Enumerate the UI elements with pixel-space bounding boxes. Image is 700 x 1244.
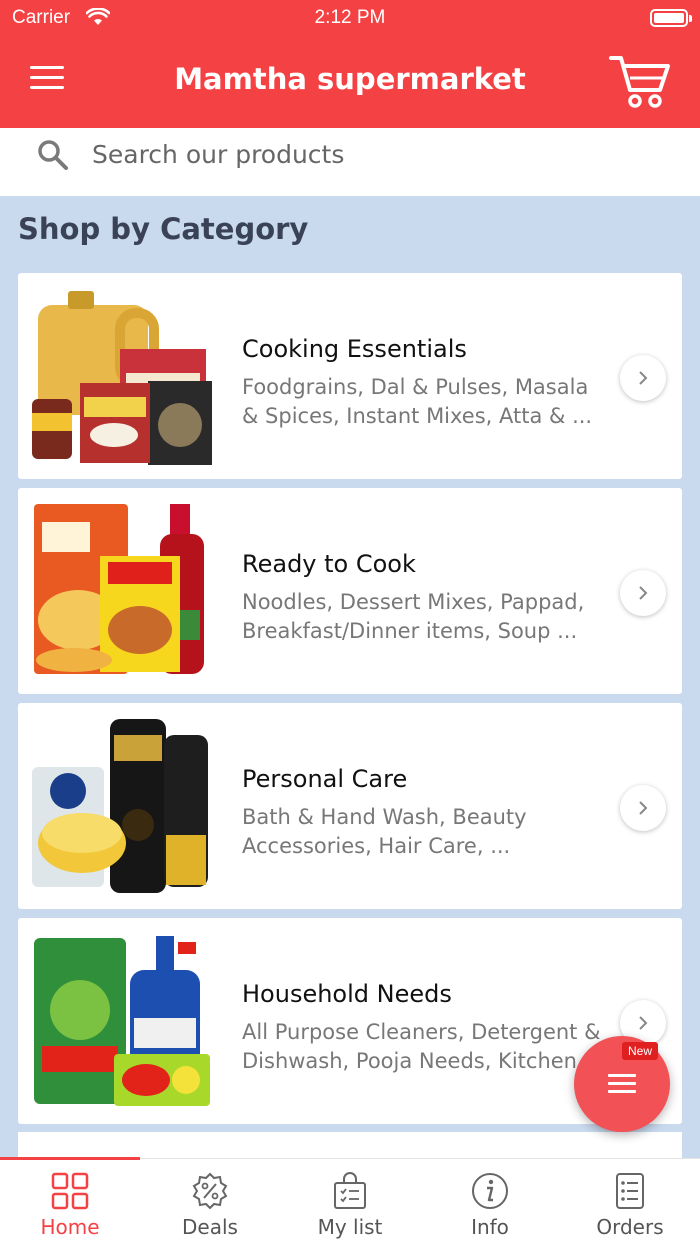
tab-label: Deals — [182, 1215, 238, 1239]
tab-label: Home — [40, 1215, 100, 1239]
tab-label: Orders — [596, 1215, 664, 1239]
status-time: 2:12 PM — [314, 7, 386, 28]
app-header: Carrier 2:12 PM Mamtha supermarket — [0, 0, 700, 128]
search-bar — [0, 128, 700, 196]
tab-home[interactable]: Home — [0, 1157, 140, 1244]
chevron-right-icon[interactable] — [620, 785, 666, 831]
tab-label: Info — [471, 1215, 509, 1239]
household-needs-image — [30, 930, 214, 1112]
shopping-bag-list-icon — [330, 1171, 370, 1211]
category-description: Foodgrains, Dal & Pulses, Masala & Spice… — [242, 375, 593, 428]
new-badge: New — [622, 1042, 659, 1060]
chevron-right-icon[interactable] — [620, 570, 666, 616]
category-card-ready-to-cook[interactable]: Ready to Cook Noodles, Dessert Mixes, Pa… — [18, 488, 682, 694]
active-tab-indicator — [0, 1157, 140, 1160]
orders-list-icon — [610, 1171, 650, 1211]
new-list-fab-button[interactable]: New — [574, 1036, 670, 1132]
tab-orders[interactable]: Orders — [560, 1159, 700, 1244]
status-bar: Carrier 2:12 PM — [0, 0, 700, 36]
personal-care-image — [30, 715, 214, 897]
info-icon — [470, 1171, 510, 1211]
app-title: Mamtha supermarket — [174, 62, 526, 96]
category-card-personal-care[interactable]: Personal Care Bath & Hand Wash, Beauty A… — [18, 703, 682, 909]
tab-info[interactable]: Info — [420, 1159, 560, 1244]
ready-to-cook-image — [30, 500, 214, 682]
category-title: Personal Care — [242, 765, 408, 793]
category-title: Ready to Cook — [242, 550, 416, 578]
tab-deals[interactable]: Deals — [140, 1159, 280, 1244]
category-card-cooking-essentials[interactable]: Cooking Essentials Foodgrains, Dal & Pul… — [18, 273, 682, 479]
search-input[interactable] — [92, 136, 652, 172]
tab-label: My list — [317, 1215, 383, 1239]
category-title: Cooking Essentials — [242, 335, 467, 363]
tab-my-list[interactable]: My list — [280, 1159, 420, 1244]
deal-badge-icon — [190, 1171, 230, 1211]
list-lines-icon — [608, 1074, 636, 1098]
battery-icon — [650, 9, 692, 27]
bottom-tab-bar: Home Deals My list Info Orders — [0, 1157, 700, 1244]
search-icon — [36, 138, 70, 176]
category-description: All Purpose Cleaners, Detergent & Dishwa… — [242, 1020, 601, 1073]
category-description: Bath & Hand Wash, Beauty Accessories, Ha… — [242, 805, 527, 858]
section-title: Shop by Category — [18, 212, 309, 246]
category-description: Noodles, Dessert Mixes, Pappad, Breakfas… — [242, 590, 585, 643]
grid-icon — [50, 1171, 90, 1211]
cart-icon[interactable] — [608, 52, 672, 110]
category-title: Household Needs — [242, 980, 452, 1008]
chevron-right-icon[interactable] — [620, 355, 666, 401]
cooking-essentials-image — [30, 285, 214, 467]
